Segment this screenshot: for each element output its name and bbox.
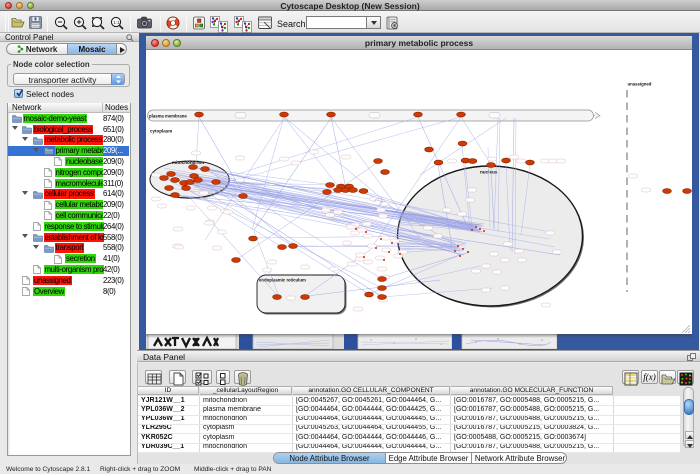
svg-text:mitochondrion: mitochondrion: [172, 160, 204, 165]
svg-text:endoplasmic reticulum: endoplasmic reticulum: [259, 278, 306, 283]
svg-text:1:1: 1:1: [113, 20, 120, 25]
svg-text:plasma membrane: plasma membrane: [149, 114, 187, 119]
svg-text:unassigned: unassigned: [628, 82, 652, 87]
svg-text:cytoplasm: cytoplasm: [150, 129, 172, 134]
